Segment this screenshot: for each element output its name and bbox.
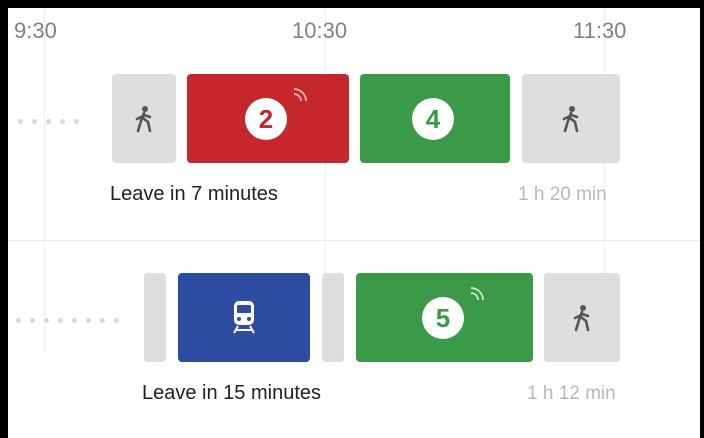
walk-icon xyxy=(562,105,579,132)
leave-time-text: Leave in 15 minutes xyxy=(142,382,322,404)
walk-segment xyxy=(544,273,620,362)
walk-icon xyxy=(135,105,152,132)
route-number: 4 xyxy=(425,103,441,134)
route-badge: 5 xyxy=(422,297,464,339)
realtime-icon xyxy=(293,88,307,102)
bus-route-2-segment: 2 xyxy=(187,74,349,163)
wait-dots xyxy=(16,318,119,323)
realtime-icon xyxy=(470,287,484,301)
train-segment xyxy=(178,273,310,362)
route-number: 2 xyxy=(258,103,274,134)
trip-options-panel: 9:30 10:30 11:30 2 4 Leave in 7 minutes … xyxy=(8,8,700,438)
time-label-1030: 10:30 xyxy=(292,18,348,43)
time-label-1130: 11:30 xyxy=(573,18,627,43)
trip-divider xyxy=(8,240,700,241)
time-label-930: 9:30 xyxy=(14,18,57,43)
wait-segment xyxy=(144,273,166,362)
transfer-segment xyxy=(322,273,344,362)
route-badge: 2 xyxy=(245,98,287,140)
train-icon xyxy=(233,301,255,334)
gridline-930 xyxy=(44,8,45,353)
walk-icon xyxy=(573,304,590,331)
leave-time-text: Leave in 7 minutes xyxy=(110,183,278,205)
route-number: 5 xyxy=(435,302,451,333)
bus-route-4-segment: 4 xyxy=(360,74,510,163)
trip-duration: 1 h 12 min xyxy=(527,383,616,404)
route-badge: 4 xyxy=(412,98,454,140)
walk-segment xyxy=(522,74,620,163)
walk-segment xyxy=(112,74,176,163)
bus-route-5-segment: 5 xyxy=(356,273,533,362)
wait-dots xyxy=(18,119,79,124)
trip-duration: 1 h 20 min xyxy=(518,184,607,205)
